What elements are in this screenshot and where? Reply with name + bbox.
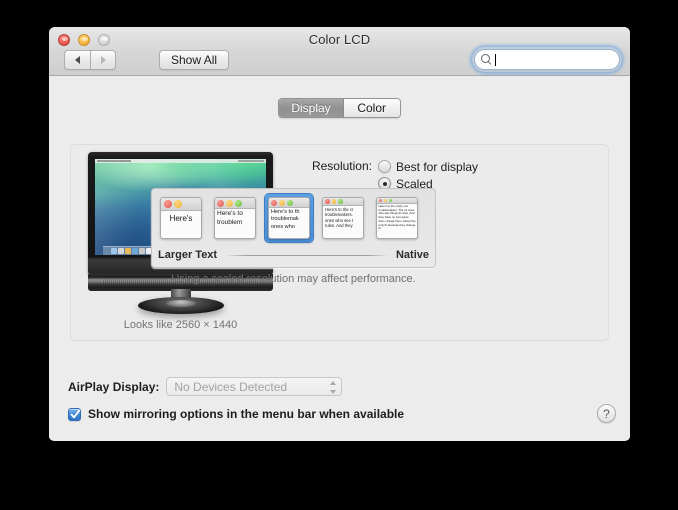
thumb-titlebar	[323, 198, 363, 206]
text-caret	[495, 53, 496, 66]
thumb-window-preview: Here's to the cr troublemakers. ones who…	[322, 197, 364, 239]
dock-icon	[139, 248, 145, 254]
dock-icon	[111, 248, 117, 254]
mirroring-checkbox-row[interactable]: Show mirroring options in the menu bar w…	[68, 407, 404, 421]
show-all-button[interactable]: Show All	[159, 50, 230, 70]
navigation-button-group	[64, 50, 116, 70]
minimize-dot-icon	[279, 199, 285, 206]
thumb-larger-text[interactable]: Here's	[157, 194, 205, 242]
airplay-display-row: AirPlay Display: No Devices Detected	[68, 377, 343, 396]
thumb-window-preview: Here's to troublem	[214, 197, 256, 239]
performance-note: Using a scaled resolution may affect per…	[171, 273, 416, 285]
airplay-popup-button[interactable]: No Devices Detected	[166, 377, 343, 396]
scaled-resolution-well: Here's Here's to troublem Here's to th t…	[151, 188, 436, 268]
minimize-dot-icon	[383, 199, 387, 202]
tab-group: Display Color	[278, 98, 401, 118]
triangle-right-icon	[100, 56, 106, 64]
dock-icon	[125, 248, 131, 254]
scaled-resolution-options: Here's Here's to troublem Here's to th t…	[157, 194, 421, 242]
window-title: Color LCD	[308, 32, 371, 47]
tab-bar: Display Color	[49, 98, 630, 118]
window-titlebar: Color LCD Show All	[49, 27, 630, 76]
thumb-scale-4[interactable]: Here's to the cr troublemakers. ones who…	[319, 194, 367, 242]
radio-best-for-display[interactable]: Best for display	[378, 158, 478, 175]
tab-color[interactable]: Color	[343, 99, 400, 117]
minimize-dot-icon	[331, 199, 336, 204]
close-dot-icon	[271, 199, 277, 206]
thumb-text: Here's to the crazy one troublemakers. T…	[378, 204, 416, 231]
close-dot-icon	[164, 200, 172, 208]
display-preferences-window: Color LCD Show All Display Color Looks l…	[49, 27, 630, 441]
radio-label-best: Best for display	[396, 159, 479, 174]
display-settings-panel: Looks like 2560 × 1440 Resolution: Best …	[70, 144, 609, 341]
resolution-radio-group: Best for display Scaled	[378, 158, 478, 192]
search-icon	[481, 54, 492, 65]
mini-menu-bar	[95, 159, 266, 163]
search-field-wrapper	[472, 47, 622, 72]
zoom-dot-icon	[388, 199, 392, 202]
radio-button-unselected-icon	[378, 160, 391, 173]
mirroring-checkbox[interactable]	[68, 407, 81, 421]
search-input[interactable]	[474, 49, 620, 70]
thumb-titlebar	[161, 198, 201, 211]
thumb-window-preview: Here's	[160, 197, 202, 239]
thumb-titlebar	[215, 198, 255, 209]
window-body: Display Color Looks like 2560 × 1440 Res…	[49, 76, 630, 440]
zoom-dot-icon	[235, 199, 242, 207]
close-dot-icon	[325, 199, 330, 204]
back-button[interactable]	[64, 50, 90, 70]
thumb-text: Here's to the cr troublemakers. ones who…	[325, 207, 354, 229]
zoom-dot-icon	[287, 199, 293, 206]
thumb-text: Here's to troublem	[217, 210, 243, 226]
stepper-arrows-icon	[329, 381, 336, 394]
airplay-selected-value: No Devices Detected	[174, 379, 288, 394]
preview-caption: Looks like 2560 × 1440	[123, 319, 238, 331]
tab-display[interactable]: Display	[279, 99, 344, 117]
resolution-section: Resolution: Best for display Scaled	[298, 158, 598, 192]
resolution-label: Resolution:	[311, 159, 372, 173]
display-stand-base	[138, 297, 224, 314]
zoom-dot-icon	[338, 199, 343, 204]
minimize-dot-icon	[226, 199, 233, 207]
minimize-dot-icon	[174, 200, 182, 208]
scale-legend: Larger Text Native	[158, 247, 429, 263]
legend-native: Native	[395, 249, 429, 261]
thumb-native[interactable]: Here's to the crazy one troublemakers. T…	[373, 194, 421, 242]
mirroring-checkbox-label: Show mirroring options in the menu bar w…	[88, 407, 405, 421]
close-dot-icon	[217, 199, 224, 207]
thumb-scale-2[interactable]: Here's to troublem	[211, 194, 259, 242]
thumb-titlebar	[269, 198, 309, 208]
thumb-window-preview: Here's to th troublemak ones who	[268, 197, 310, 239]
dock-icon	[132, 248, 138, 254]
airplay-label: AirPlay Display:	[68, 379, 160, 394]
thumb-text: Here's to th troublemak ones who	[271, 209, 300, 230]
thumb-window-preview: Here's to the crazy one troublemakers. T…	[376, 197, 418, 239]
forward-button[interactable]	[90, 50, 116, 70]
checkmark-icon	[70, 409, 81, 418]
thumb-scale-3[interactable]: Here's to th troublemak ones who	[265, 194, 313, 242]
legend-divider-line	[225, 254, 388, 256]
triangle-left-icon	[75, 56, 80, 64]
close-dot-icon	[378, 199, 382, 202]
dock-icon	[118, 248, 124, 254]
thumb-text: Here's	[169, 214, 193, 223]
legend-larger-text: Larger Text	[158, 249, 218, 261]
help-button[interactable]: ?	[597, 404, 616, 423]
